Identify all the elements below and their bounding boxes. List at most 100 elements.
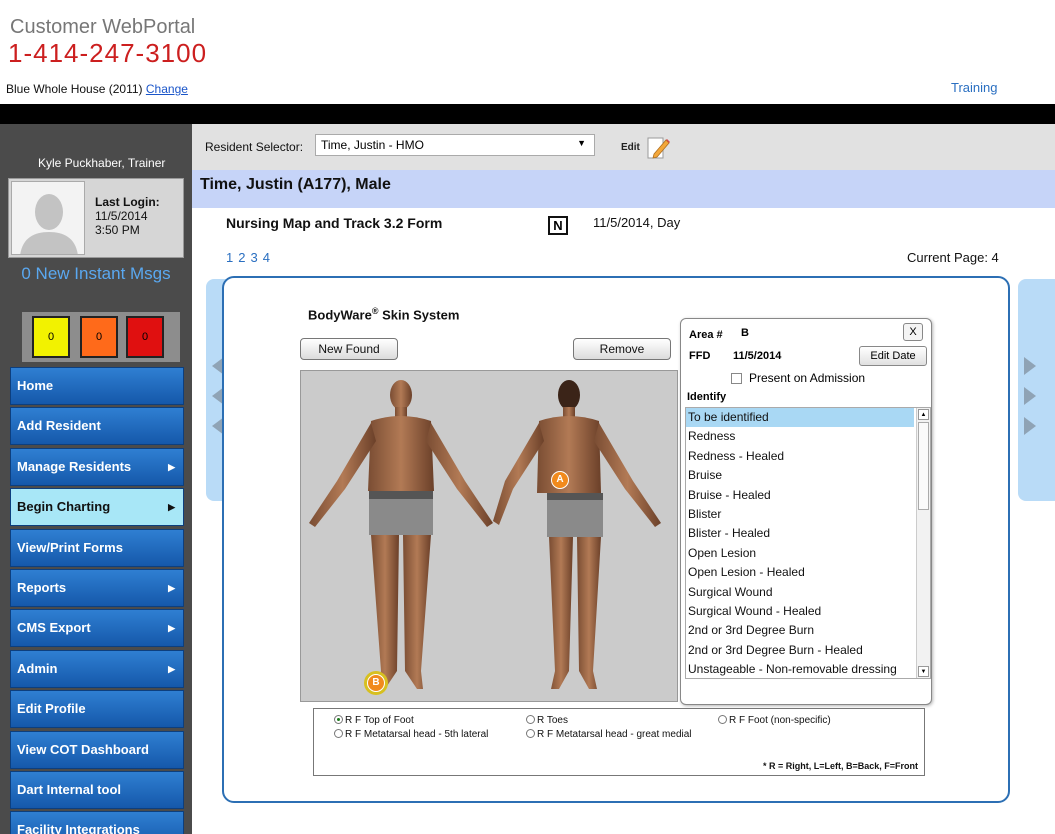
sidebar-item-edit-profile[interactable]: Edit Profile (10, 690, 184, 729)
radio-button[interactable] (334, 729, 343, 738)
last-login-date: 11/5/2014 (95, 209, 148, 223)
sidebar-item-label: CMS Export (17, 620, 91, 636)
radio-button[interactable] (718, 715, 727, 724)
chevron-right-icon: ▶ (168, 623, 175, 634)
sidebar-item-reports[interactable]: Reports ▶ (10, 568, 184, 607)
location-option-label: R F Metatarsal head - great medial (537, 729, 692, 740)
form-type-badge: N (548, 216, 568, 235)
current-page: Current Page: 4 (907, 250, 999, 265)
alert-orange-count[interactable]: 0 (80, 316, 118, 358)
alert-yellow-count[interactable]: 0 (32, 316, 70, 358)
sidebar-item-manage-residents[interactable]: Manage Residents ▶ (10, 447, 184, 486)
chevron-right-icon: ▶ (168, 663, 175, 674)
identify-option[interactable]: Redness (686, 427, 914, 446)
sidebar-item-label: Home (17, 378, 54, 393)
edit-resident-label[interactable]: Edit (621, 142, 640, 153)
radio-button[interactable] (526, 729, 535, 738)
identify-option[interactable]: Blister - Healed (686, 524, 914, 543)
sidebar-item-admin[interactable]: Admin ▶ (10, 649, 184, 688)
sidebar-item-label: Admin (17, 660, 58, 676)
identify-option[interactable]: 2nd or 3rd Degree Burn (686, 621, 914, 640)
sidebar-item-label: Manage Residents (17, 458, 132, 474)
page-link[interactable]: 2 (238, 250, 245, 265)
identify-option[interactable]: Surgical Wound (686, 583, 914, 602)
last-login: Last Login: 11/5/2014 3:50 PM (95, 195, 160, 237)
resident-selector-dropdown[interactable]: Time, Justin - HMO ▼ (315, 134, 595, 156)
identify-panel: Area # B X FFD 11/5/2014 Edit Date Prese… (680, 318, 932, 705)
support-phone: 1-414-247-3100 (8, 38, 208, 68)
location-option[interactable]: R F Metatarsal head - 5th lateral (334, 729, 488, 740)
instant-messages-link[interactable]: 0 New Instant Msgs (0, 264, 192, 284)
facility-name: Blue Whole House (2011) (6, 82, 143, 96)
sidebar-item-dart-internal-tool[interactable]: Dart Internal tool (10, 770, 184, 809)
form-title: Nursing Map and Track 3.2 Form (226, 215, 443, 231)
scroll-down-icon[interactable]: ▼ (918, 666, 929, 677)
ffd-value: 11/5/2014 (733, 350, 782, 362)
sidebar-item-label: Add Resident (17, 418, 101, 434)
body-map-image[interactable]: A B (300, 370, 678, 702)
identify-option[interactable]: Bruise (686, 466, 914, 485)
chevron-right-icon (1024, 387, 1036, 405)
resident-selector-value: Time, Justin - HMO (321, 138, 424, 152)
sidebar-item-label: Edit Profile (17, 701, 86, 717)
location-option[interactable]: R F Foot (non-specific) (718, 715, 831, 726)
sidebar-item-add-resident[interactable]: Add Resident (10, 407, 184, 446)
location-option[interactable]: R F Top of Foot (334, 715, 414, 726)
identify-option[interactable]: Redness - Healed (686, 447, 914, 466)
sidebar-item-cms-export[interactable]: CMS Export ▶ (10, 609, 184, 648)
identify-option[interactable]: Blister (686, 505, 914, 524)
close-button[interactable]: X (903, 323, 923, 341)
alert-red-count[interactable]: 0 (126, 316, 164, 358)
wound-marker-b[interactable]: B (367, 674, 385, 692)
identify-option[interactable]: Open Lesion (686, 544, 914, 563)
location-option-label: R F Metatarsal head - 5th lateral (345, 729, 489, 740)
sidebar-item-home[interactable]: Home (10, 367, 184, 405)
bodyware-name: BodyWare (308, 307, 372, 323)
listbox-scrollbar[interactable]: ▲ ▼ (916, 408, 930, 678)
identify-option[interactable]: To be identified (686, 408, 914, 428)
identify-option[interactable]: Bruise - Healed (686, 486, 914, 505)
resident-selector-bar: Resident Selector: Time, Justin - HMO ▼ … (192, 124, 1055, 170)
sidebar: Kyle Puckhaber, Trainer Last Login: 11/5… (0, 124, 192, 834)
sidebar-item-view-cot-dashboard[interactable]: View COT Dashboard (10, 730, 184, 769)
new-found-button[interactable]: New Found (300, 338, 398, 360)
chevron-right-icon (1024, 357, 1036, 375)
last-login-time: 3:50 PM (95, 223, 140, 237)
present-on-admission-checkbox[interactable] (731, 373, 742, 384)
change-facility-link[interactable]: Change (146, 82, 188, 96)
edit-date-button[interactable]: Edit Date (859, 346, 927, 366)
page-link[interactable]: 4 (263, 250, 270, 265)
radio-button[interactable] (526, 715, 535, 724)
location-option[interactable]: R Toes (526, 715, 568, 726)
identify-listbox[interactable]: To be identified Redness Redness - Healed B… (685, 407, 931, 679)
area-label: Area # (689, 329, 723, 341)
wound-marker-a[interactable]: A (551, 471, 569, 489)
radio-button[interactable] (334, 715, 343, 724)
alert-counters: 0 0 0 (22, 312, 180, 362)
identify-option[interactable]: Unstageable - Non-removable dressing (686, 660, 914, 678)
area-value: B (741, 327, 749, 339)
identify-option[interactable]: 2nd or 3rd Degree Burn - Healed (686, 641, 914, 660)
page-link[interactable]: 1 (226, 250, 233, 265)
sidebar-item-facility-integrations[interactable]: Facility Integrations (10, 811, 184, 834)
remove-button[interactable]: Remove (573, 338, 671, 360)
identify-option[interactable]: Open Lesion - Healed (686, 563, 914, 582)
scroll-up-icon[interactable]: ▲ (918, 409, 929, 420)
next-page-tab[interactable] (1018, 279, 1055, 501)
sidebar-item-begin-charting[interactable]: Begin Charting ▶ (10, 488, 184, 527)
form-date: 11/5/2014, Day (593, 215, 681, 230)
location-option-label: R F Foot (non-specific) (729, 715, 831, 726)
sidebar-item-label: Dart Internal tool (17, 781, 122, 797)
avatar-silhouette-icon (20, 194, 78, 254)
location-option[interactable]: R F Metatarsal head - great medial (526, 729, 692, 740)
sidebar-item-label: Reports (17, 579, 67, 595)
identify-option[interactable]: Surgical Wound - Healed (686, 602, 914, 621)
sidebar-item-view-print-forms[interactable]: View/Print Forms (10, 528, 184, 567)
scroll-thumb[interactable] (918, 422, 929, 510)
edit-pencil-icon[interactable] (646, 134, 670, 160)
chevron-right-icon (1024, 417, 1036, 435)
page-link[interactable]: 3 (250, 250, 257, 265)
resident-name-bar: Time, Justin (A177), Male (192, 170, 1055, 208)
training-link[interactable]: Training (951, 80, 997, 95)
sidebar-menu: Home Add Resident Manage Residents ▶ Begin C… (10, 367, 184, 834)
